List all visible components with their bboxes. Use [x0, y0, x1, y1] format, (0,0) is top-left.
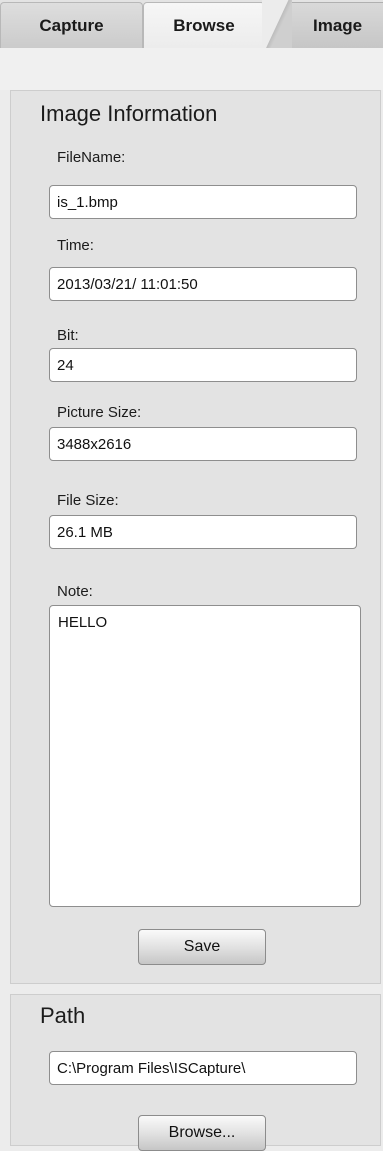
- save-button-label: Save: [183, 938, 221, 955]
- bit-field[interactable]: [49, 348, 357, 382]
- tab-image-label: Image: [313, 15, 363, 35]
- image-information-panel: Image Information FileName: Time: Bit: P…: [10, 90, 381, 984]
- path-panel: Path Browse...: [10, 994, 381, 1151]
- tab-separator: [262, 0, 292, 48]
- browse-button-label: Browse...: [168, 1124, 236, 1141]
- picture-size-label: Picture Size:: [57, 404, 142, 421]
- note-label: Note:: [57, 583, 93, 600]
- image-information-title: Image Information: [40, 101, 218, 126]
- filename-field[interactable]: [49, 185, 357, 219]
- file-size-label: File Size:: [57, 492, 119, 509]
- tab-content-gap: [0, 48, 383, 90]
- tab-capture-label: Capture: [39, 15, 104, 35]
- bit-label: Bit:: [57, 327, 79, 344]
- note-textarea[interactable]: HELLO: [49, 605, 361, 907]
- save-button[interactable]: Save: [138, 929, 266, 965]
- file-size-field[interactable]: [49, 515, 357, 549]
- picture-size-field[interactable]: [49, 427, 357, 461]
- filename-label: FileName:: [57, 149, 126, 166]
- tab-browse[interactable]: Browse: [143, 2, 265, 48]
- time-field[interactable]: [49, 267, 357, 301]
- tab-bar: Capture Browse Image: [0, 0, 383, 49]
- time-label: Time:: [57, 237, 94, 254]
- tab-browse-label: Browse: [173, 15, 235, 35]
- tab-capture[interactable]: Capture: [0, 2, 143, 48]
- path-title: Path: [40, 1003, 86, 1028]
- path-field[interactable]: [49, 1051, 357, 1085]
